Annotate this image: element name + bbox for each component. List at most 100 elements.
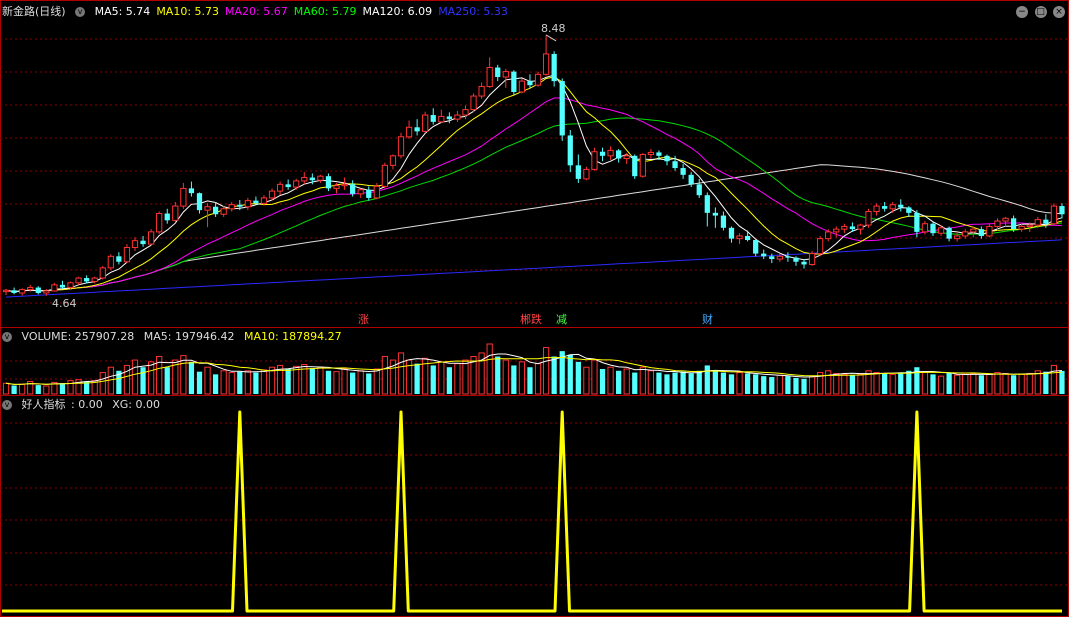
- outer-frame: [0, 0, 1069, 617]
- candle-up: [317, 175, 324, 181]
- volume-bar: [1010, 375, 1017, 394]
- volume-bar: [639, 366, 646, 395]
- ma-legend-2: MA20: 5.67: [225, 5, 288, 18]
- volume-bar: [164, 367, 170, 394]
- volume-bar: [954, 374, 961, 395]
- candle-down: [1059, 206, 1065, 215]
- title: 新金路(日线): [2, 5, 66, 18]
- volume-bar: [253, 372, 259, 394]
- candle-down: [664, 155, 670, 162]
- candle-down: [720, 215, 727, 228]
- indicator-line: [2, 410, 1062, 613]
- volume-bar: [1018, 373, 1025, 395]
- candle-up: [454, 114, 461, 120]
- volume-bar: [11, 385, 17, 394]
- candle-up: [994, 220, 1001, 227]
- candle-up: [470, 95, 477, 111]
- volume-bar: [785, 376, 791, 394]
- volume-bar: [801, 378, 807, 394]
- volume-bar: [1002, 372, 1009, 395]
- volume-bar: [19, 383, 26, 395]
- volume-bar: [946, 372, 952, 394]
- ma120-line: [5, 164, 1063, 293]
- ma60-line: [5, 117, 1063, 293]
- candle-down: [672, 161, 678, 169]
- candle-up: [438, 115, 445, 123]
- candle-up: [260, 197, 268, 204]
- event-tag-zhang[interactable]: 涨: [358, 314, 369, 326]
- volume-bar: [994, 372, 1001, 395]
- close-icon[interactable]: ×: [1053, 6, 1065, 18]
- indicator-xg: XG: 0.00: [112, 398, 160, 411]
- volume-bar: [591, 359, 598, 395]
- indicator-value: : 0.00: [71, 398, 103, 411]
- candle-down: [35, 287, 41, 293]
- volume-settings-icon[interactable]: v: [2, 332, 12, 342]
- candle-up: [51, 284, 58, 292]
- event-tag-jian[interactable]: 减: [556, 314, 567, 326]
- volume-bar: [712, 370, 718, 394]
- candle-up: [156, 213, 163, 233]
- volume-bar: [462, 359, 469, 395]
- candle-down: [309, 177, 315, 181]
- candle-up: [921, 223, 929, 233]
- candle-down: [84, 278, 90, 282]
- volume-bar: [381, 356, 388, 395]
- candle-up: [107, 255, 114, 269]
- volume-ma10-line: [5, 356, 1063, 385]
- candle-down: [761, 253, 767, 257]
- candle-down: [567, 135, 573, 166]
- volume-bar: [260, 369, 268, 395]
- candle-down: [599, 151, 606, 156]
- volume-bar: [906, 370, 912, 394]
- candle-down: [1010, 218, 1017, 230]
- volume-bar: [825, 370, 832, 395]
- volume-bar: [1059, 370, 1065, 394]
- candle-up: [43, 290, 50, 294]
- candle-up: [970, 228, 977, 233]
- volume-bar: [534, 363, 542, 395]
- candle-down: [366, 189, 372, 198]
- candle-up: [486, 67, 493, 88]
- volume-bar: [148, 361, 155, 395]
- volume-bar: [551, 356, 557, 394]
- event-tag-cai[interactable]: 财: [702, 314, 713, 326]
- volume-bar: [188, 361, 195, 394]
- high-price-label: 8.48: [541, 22, 566, 35]
- candle-down: [414, 127, 420, 132]
- candle-down: [946, 227, 952, 239]
- candle-down: [616, 150, 622, 159]
- minimize-icon[interactable]: −: [1016, 6, 1028, 18]
- candle-up: [268, 190, 276, 199]
- indicator-settings-icon[interactable]: v: [2, 400, 12, 410]
- volume-bar: [373, 368, 380, 395]
- candle-up: [986, 225, 993, 237]
- candle-down: [59, 284, 66, 288]
- candle-up: [478, 86, 485, 97]
- candle-down: [1043, 219, 1049, 224]
- volume-bar: [616, 370, 622, 394]
- volume-bar: [486, 343, 493, 395]
- candle-down: [237, 204, 243, 207]
- volume-bar: [962, 373, 969, 395]
- candle-up: [857, 224, 864, 230]
- volume-bar: [937, 375, 945, 395]
- candle-down: [495, 67, 501, 78]
- settings-icon[interactable]: v: [75, 7, 86, 17]
- candle-down: [116, 256, 122, 262]
- candle-up: [808, 253, 816, 265]
- candle-down: [551, 53, 557, 82]
- candle-down: [196, 193, 203, 211]
- volume-bar: [397, 352, 405, 395]
- volume-bar: [454, 363, 461, 395]
- maximize-icon[interactable]: □: [1034, 6, 1047, 18]
- volume-bar: [438, 361, 445, 395]
- candle-up: [67, 282, 74, 289]
- event-tag-chendie[interactable]: 郴跌: [520, 314, 542, 326]
- candle-down: [914, 212, 920, 232]
- volume-bar: [140, 367, 146, 394]
- candle-up: [389, 155, 397, 166]
- volume-bar: [696, 370, 702, 394]
- volume-bar: [502, 359, 509, 395]
- candle-down: [793, 257, 799, 262]
